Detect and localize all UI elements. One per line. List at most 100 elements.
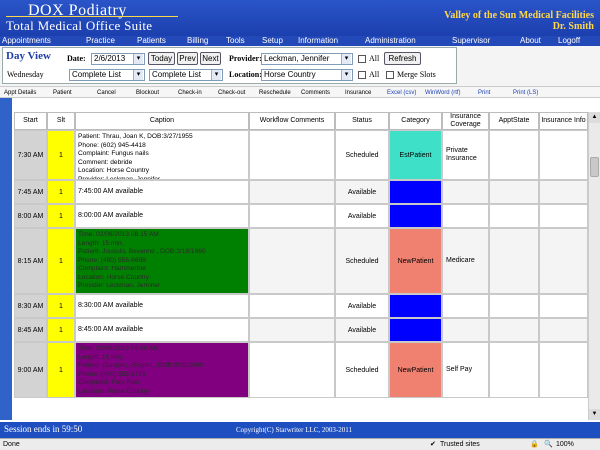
- patient-button[interactable]: Patient: [53, 88, 72, 98]
- menu-supervisor[interactable]: Supervisor: [452, 36, 490, 46]
- caption-line: Provider: Leckman, Jennifer: [78, 282, 161, 289]
- caption-line: Time: 02/06/2013 09:00 AM: [78, 345, 159, 352]
- appt-state-cell: [489, 204, 539, 228]
- caption-line: Patient: (Sucker), Sharon , DOB:3/15/200…: [78, 362, 203, 369]
- appointment-category: [389, 204, 442, 228]
- appt-state-cell: [489, 130, 539, 180]
- slot-count: 1: [47, 318, 75, 342]
- workflow-comments-cell[interactable]: [249, 294, 335, 318]
- column-header-caption[interactable]: Caption: [75, 112, 249, 130]
- appointment-caption[interactable]: Time: 02/06/2013 09:00 AM Length: 15 min.…: [75, 342, 249, 398]
- schedule-grid: Start Slt Caption Workflow Comments Status Ca…: [0, 98, 600, 420]
- scroll-down-icon[interactable]: ▼: [589, 409, 600, 420]
- provider-value: Leckman, Jennifer: [264, 54, 330, 63]
- appointment-status: Scheduled: [335, 130, 389, 180]
- caption-line: Location: Horse Country: [78, 273, 150, 281]
- workflow-comments-cell[interactable]: [249, 342, 335, 398]
- print-ls-link[interactable]: Print (LS): [513, 88, 538, 98]
- prev-button[interactable]: Prev: [177, 52, 198, 65]
- column-header-start[interactable]: Start: [14, 112, 47, 130]
- winword-export-link[interactable]: WinWord (rtf): [425, 88, 461, 98]
- insurance-button[interactable]: Insurance: [345, 88, 371, 98]
- appointment-status: Available: [335, 294, 389, 318]
- appt-details-button[interactable]: Appt Details: [4, 88, 36, 98]
- all-locations-checkbox[interactable]: [358, 71, 366, 79]
- provider-label: Provider:: [229, 54, 262, 63]
- cancel-button[interactable]: Cancel: [97, 88, 116, 98]
- menu-administration[interactable]: Administration: [365, 36, 416, 46]
- date-select[interactable]: 2/6/2013: [91, 53, 145, 65]
- appointment-category: NewPatient: [389, 342, 442, 398]
- column-header-apptstate[interactable]: ApptState: [489, 112, 539, 130]
- zoom-icon[interactable]: 🔍: [544, 440, 553, 450]
- today-button[interactable]: Today: [148, 52, 175, 65]
- caption-line: Phone: (602) 945-4418: [78, 141, 146, 149]
- refresh-button[interactable]: Refresh: [384, 52, 421, 65]
- merge-slots-checkbox[interactable]: [386, 71, 394, 79]
- slot-start-time: 7:30 AM: [14, 130, 47, 180]
- grid-scrollbar[interactable]: ▲ ▼: [588, 112, 600, 420]
- excel-export-link[interactable]: Excel (csv): [387, 88, 416, 98]
- caption-line: Phone: (480) 556-6699: [78, 256, 146, 264]
- menu-tools[interactable]: Tools: [226, 36, 245, 46]
- workflow-comments-cell[interactable]: [249, 318, 335, 342]
- column-header-insinfo[interactable]: Insurance Info: [539, 112, 588, 130]
- caption-line: Location: Horse Country: [78, 387, 150, 395]
- workflow-comments-cell[interactable]: [249, 228, 335, 294]
- scroll-up-icon[interactable]: ▲: [589, 112, 600, 123]
- location-select[interactable]: Horse Country: [261, 69, 353, 81]
- list-filter-select-2[interactable]: Complete List: [149, 69, 223, 81]
- column-header-insurance[interactable]: Insurance Coverage: [442, 112, 489, 130]
- check-out-button[interactable]: Check-out: [218, 88, 245, 98]
- column-header-status[interactable]: Status: [335, 112, 389, 130]
- workflow-comments-cell[interactable]: [249, 204, 335, 228]
- appointment-caption[interactable]: Time: 02/06/2013 08:15 AM Length: 15 min.…: [75, 228, 249, 294]
- caption-line: 7:45:00 AM available: [78, 187, 143, 195]
- print-link[interactable]: Print: [478, 88, 490, 98]
- column-header-workflow[interactable]: Workflow Comments: [249, 112, 335, 130]
- zoom-level[interactable]: 100%: [556, 440, 574, 450]
- appointment-caption[interactable]: 8:00:00 AM available: [75, 204, 249, 228]
- slot-start-time: 7:45 AM: [14, 180, 47, 204]
- next-button[interactable]: Next: [200, 52, 221, 65]
- blockout-button[interactable]: Blockout: [136, 88, 159, 98]
- workflow-comments-cell[interactable]: [249, 180, 335, 204]
- scroll-thumb[interactable]: [590, 157, 599, 177]
- appointment-caption[interactable]: 7:45:00 AM available: [75, 180, 249, 204]
- main-menu: Appointments Practice Patients Billing T…: [0, 36, 600, 46]
- slot-count: 1: [47, 180, 75, 204]
- appointment-caption[interactable]: Patient: Thrau, Joan K, DOB:3/27/1955 Pho…: [75, 130, 249, 180]
- column-header-category[interactable]: Category: [389, 112, 442, 130]
- menu-billing[interactable]: Billing: [187, 36, 208, 46]
- browser-statusbar: Done ✔ Trusted sites 🔒 🔍 100%: [0, 438, 600, 450]
- column-header-slt[interactable]: Slt: [47, 112, 75, 130]
- reschedule-button[interactable]: Reschedule: [259, 88, 291, 98]
- appointment-caption[interactable]: 8:45:00 AM available: [75, 318, 249, 342]
- insurance-info-cell: [539, 318, 588, 342]
- caption-line: 8:45:00 AM available: [78, 325, 143, 333]
- menu-appointments[interactable]: Appointments: [2, 36, 51, 46]
- workflow-comments-cell[interactable]: [249, 130, 335, 180]
- trusted-check-icon: ✔: [430, 441, 436, 448]
- menu-practice[interactable]: Practice: [86, 36, 115, 46]
- slot-count: 1: [47, 228, 75, 294]
- all-providers-checkbox[interactable]: [358, 55, 366, 63]
- appointment-status: Scheduled: [335, 228, 389, 294]
- menu-information[interactable]: Information: [298, 36, 338, 46]
- comments-button[interactable]: Comments: [301, 88, 330, 98]
- menu-setup[interactable]: Setup: [262, 36, 283, 46]
- list-filter-select-1[interactable]: Complete List: [69, 69, 145, 81]
- day-view-controls: Day View Wednesday Date: 2/6/2013 Today …: [0, 46, 600, 86]
- provider-select[interactable]: Leckman, Jennifer: [261, 53, 353, 65]
- security-lock-icon[interactable]: 🔒: [530, 440, 539, 450]
- menu-logoff[interactable]: Logoff: [558, 36, 580, 46]
- appt-state-cell: [489, 294, 539, 318]
- check-in-button[interactable]: Check-in: [178, 88, 202, 98]
- menu-about[interactable]: About: [520, 36, 541, 46]
- list-filter-value-2: Complete List: [152, 70, 201, 79]
- menu-patients[interactable]: Patients: [137, 36, 166, 46]
- appointment-caption[interactable]: 8:30:00 AM available: [75, 294, 249, 318]
- caption-line: Time: 02/06/2013 08:15 AM: [78, 231, 159, 238]
- appointment-status: Scheduled: [335, 342, 389, 398]
- appt-state-cell: [489, 318, 539, 342]
